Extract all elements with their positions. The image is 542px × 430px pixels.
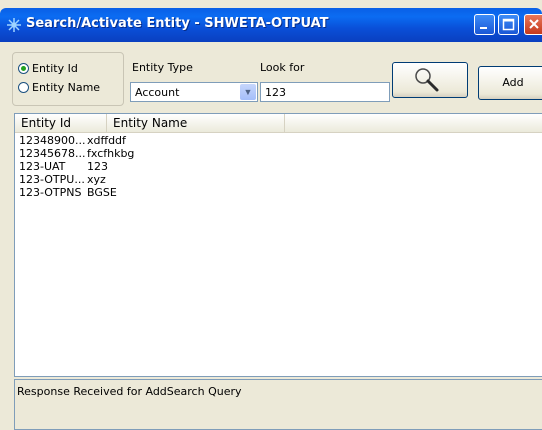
search-button[interactable]: [392, 62, 468, 98]
entity-type-value: Account: [135, 86, 180, 99]
column-header-entity-id[interactable]: Entity Id: [15, 114, 107, 132]
radio-entity-name[interactable]: Entity Name: [18, 81, 100, 94]
radio-entity-id-label: Entity Id: [32, 62, 78, 75]
entity-id-cell: 12345678...: [19, 147, 86, 160]
entity-id-cell: 123-OTPU...: [19, 173, 85, 186]
radio-entity-id[interactable]: Entity Id: [18, 62, 78, 75]
list-item[interactable]: 123-OTPNS BGSE: [19, 186, 319, 199]
list-rows: 12348900... xdffddf 12345678... fxcfhkbg…: [19, 134, 319, 199]
look-for-label: Look for: [260, 61, 305, 74]
list-header: Entity Id Entity Name: [15, 114, 542, 133]
list-item[interactable]: 123-UAT 123: [19, 160, 319, 173]
entity-list[interactable]: Entity Id Entity Name 12348900... xdffdd…: [14, 113, 542, 377]
minimize-icon: [480, 27, 487, 29]
title-bar[interactable]: Search/Activate Entity - SHWETA-OTPUAT: [0, 8, 542, 42]
app-icon: [7, 18, 21, 32]
entity-name-cell: BGSE: [87, 186, 117, 199]
entity-id-cell: 123-OTPNS: [19, 186, 82, 199]
magnifier-icon: [415, 68, 439, 92]
search-activate-entity-window: Search/Activate Entity - SHWETA-OTPUAT E…: [0, 0, 542, 430]
column-header-entity-name[interactable]: Entity Name: [107, 114, 285, 132]
maximize-button[interactable]: [498, 14, 519, 35]
chevron-down-icon[interactable]: ▼: [240, 84, 256, 100]
close-button[interactable]: [524, 14, 542, 35]
status-box: Response Received for AddSearch Query: [14, 379, 542, 430]
radio-unselected-icon[interactable]: [18, 82, 29, 93]
close-icon: [529, 19, 539, 29]
search-by-group: Entity Id Entity Name: [12, 52, 124, 106]
search-panel: Entity Id Entity Name Entity Type Look f…: [12, 52, 542, 108]
list-item[interactable]: 12348900... xdffddf: [19, 134, 319, 147]
entity-name-cell: xdffddf: [87, 134, 126, 147]
add-button[interactable]: Add: [478, 66, 542, 100]
maximize-icon: [502, 18, 515, 31]
entity-name-cell: xyz: [87, 173, 106, 186]
entity-name-cell: fxcfhkbg: [87, 147, 135, 160]
radio-selected-icon[interactable]: [18, 63, 29, 74]
entity-type-select[interactable]: Account ▼: [130, 82, 258, 102]
entity-id-cell: 123-UAT: [19, 160, 66, 173]
window-title: Search/Activate Entity - SHWETA-OTPUAT: [26, 16, 329, 31]
list-item[interactable]: 12345678... fxcfhkbg: [19, 147, 319, 160]
look-for-input[interactable]: 123: [260, 82, 390, 102]
client-area: Entity Id Entity Name Entity Type Look f…: [4, 42, 542, 430]
minimize-button[interactable]: [474, 14, 495, 35]
radio-entity-name-label: Entity Name: [32, 81, 101, 94]
status-message: Response Received for AddSearch Query: [17, 385, 242, 398]
entity-id-cell: 12348900...: [19, 134, 86, 147]
entity-name-cell: 123: [87, 160, 108, 173]
list-item[interactable]: 123-OTPU... xyz: [19, 173, 319, 186]
entity-type-label: Entity Type: [132, 61, 193, 74]
